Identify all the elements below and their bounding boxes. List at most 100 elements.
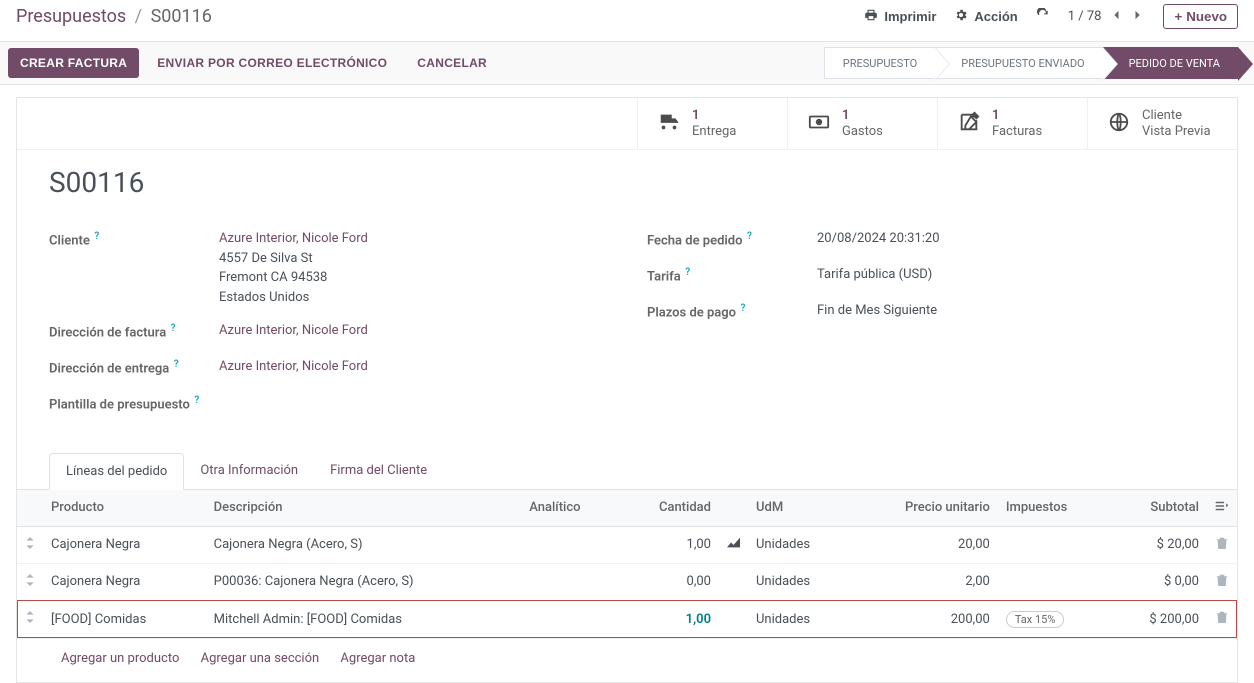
new-button[interactable]: + Nuevo: [1163, 4, 1238, 29]
stat-preview-top: Cliente: [1142, 108, 1211, 124]
tab-order-lines[interactable]: Líneas del pedido: [49, 453, 184, 490]
action-label: Acción: [974, 9, 1017, 24]
stat-expenses-count: 1: [842, 108, 883, 124]
help-icon[interactable]: ?: [744, 231, 751, 242]
label-payment-terms: Plazos de pago ?: [647, 301, 817, 323]
action-button[interactable]: Acción: [954, 8, 1017, 25]
status-step-order[interactable]: PEDIDO DE VENTA: [1103, 47, 1238, 79]
print-button[interactable]: Imprimir: [864, 8, 936, 25]
table-row[interactable]: Cajonera Negra P00036: Cajonera Negra (A…: [17, 563, 1237, 600]
th-options[interactable]: [1207, 490, 1237, 527]
reload-icon: [1036, 8, 1050, 25]
pager-next[interactable]: [1131, 9, 1145, 24]
stat-invoices[interactable]: 1 Facturas: [937, 98, 1087, 149]
cell-price[interactable]: 2,00: [850, 563, 997, 600]
drag-handle-icon[interactable]: [17, 563, 43, 600]
value-delivery-addr[interactable]: Azure Interior, Nicole Ford: [219, 357, 607, 377]
th-description: Descripción: [206, 490, 522, 527]
cell-desc[interactable]: Cajonera Negra (Acero, S): [206, 526, 522, 563]
tab-signature[interactable]: Firma del Cliente: [314, 453, 443, 490]
label-order-date: Fecha de pedido ?: [647, 229, 817, 251]
cell-tax[interactable]: [998, 563, 1111, 600]
cell-desc[interactable]: Mitchell Admin: [FOOD] Comidas: [206, 600, 522, 638]
cell-subtotal: $ 0,00: [1111, 563, 1207, 600]
drag-handle-icon[interactable]: [17, 600, 43, 638]
drag-handle-icon[interactable]: [17, 526, 43, 563]
help-icon[interactable]: ?: [171, 359, 178, 370]
cancel-button[interactable]: CANCELAR: [405, 48, 499, 78]
pencil-square-icon: [958, 111, 980, 137]
stat-delivery-count: 1: [692, 108, 736, 124]
plus-icon: +: [1174, 9, 1182, 24]
forecast-icon[interactable]: [719, 526, 748, 563]
th-product: Producto: [43, 490, 206, 527]
label-pricelist: Tarifa ?: [647, 265, 817, 287]
cell-qty[interactable]: 1,00: [620, 526, 719, 563]
status-step-sent[interactable]: PRESUPUESTO ENVIADO: [935, 47, 1102, 79]
create-invoice-button[interactable]: CREAR FACTURA: [8, 48, 139, 78]
cell-qty[interactable]: 1,00: [620, 600, 719, 638]
value-pricelist[interactable]: Tarifa pública (USD): [817, 265, 1205, 285]
th-price: Precio unitario: [850, 490, 997, 527]
delete-row-icon[interactable]: [1207, 563, 1237, 600]
status-step-quote[interactable]: PRESUPUESTO: [824, 47, 935, 79]
value-payment-terms[interactable]: Fin de Mes Siguiente: [817, 301, 1205, 321]
cell-uom[interactable]: Unidades: [748, 600, 850, 638]
cell-analytic[interactable]: [521, 600, 619, 638]
value-customer[interactable]: Azure Interior, Nicole Ford 4557 De Silv…: [219, 229, 607, 307]
table-row[interactable]: Cajonera Negra Cajonera Negra (Acero, S)…: [17, 526, 1237, 563]
print-label: Imprimir: [884, 9, 936, 24]
th-qty: Cantidad: [620, 490, 719, 527]
label-customer: Cliente ?: [49, 229, 219, 251]
cell-tax[interactable]: [998, 526, 1111, 563]
send-email-button[interactable]: ENVIAR POR CORREO ELECTRÓNICO: [145, 48, 399, 78]
add-section-link[interactable]: Agregar una sección: [201, 651, 320, 666]
cell-uom[interactable]: Unidades: [748, 526, 850, 563]
help-icon[interactable]: ?: [683, 267, 690, 278]
cell-analytic[interactable]: [521, 563, 619, 600]
delete-row-icon[interactable]: [1207, 600, 1237, 638]
gear-icon: [954, 8, 968, 25]
cell-tax[interactable]: Tax 15%: [998, 600, 1111, 638]
order-lines-table: Producto Descripción Analítico Cantidad …: [17, 490, 1237, 639]
value-invoice-addr[interactable]: Azure Interior, Nicole Ford: [219, 321, 607, 341]
tab-other-info[interactable]: Otra Información: [184, 453, 314, 490]
truck-icon: [658, 111, 680, 137]
value-order-date[interactable]: 20/08/2024 20:31:20: [817, 229, 1205, 249]
stat-preview[interactable]: Cliente Vista Previa: [1087, 98, 1237, 149]
cell-subtotal: $ 200,00: [1111, 600, 1207, 638]
add-product-link[interactable]: Agregar un producto: [61, 651, 179, 666]
cell-product[interactable]: [FOOD] Comidas: [43, 600, 206, 638]
cell-uom[interactable]: Unidades: [748, 563, 850, 600]
th-uom: UdM: [748, 490, 850, 527]
record-title: S00116: [49, 166, 1205, 199]
cell-qty[interactable]: 0,00: [620, 563, 719, 600]
cell-price[interactable]: 200,00: [850, 600, 997, 638]
breadcrumb-sep: /: [135, 6, 142, 27]
stat-delivery[interactable]: 1 Entrega: [637, 98, 787, 149]
cell-product[interactable]: Cajonera Negra: [43, 526, 206, 563]
money-icon: [808, 111, 830, 137]
help-icon[interactable]: ?: [192, 395, 199, 406]
stat-delivery-label: Entrega: [692, 124, 736, 140]
delete-row-icon[interactable]: [1207, 526, 1237, 563]
reload-button[interactable]: [1036, 8, 1050, 25]
breadcrumb-current: S00116: [151, 6, 212, 27]
th-subtotal: Subtotal: [1111, 490, 1207, 527]
print-icon: [864, 8, 878, 25]
stat-expenses-label: Gastos: [842, 124, 883, 140]
help-icon[interactable]: ?: [168, 323, 175, 334]
help-icon[interactable]: ?: [92, 231, 99, 242]
add-note-link[interactable]: Agregar nota: [340, 651, 415, 666]
stat-invoices-count: 1: [992, 108, 1042, 124]
stat-expenses[interactable]: 1 Gastos: [787, 98, 937, 149]
cell-analytic[interactable]: [521, 526, 619, 563]
pager-prev[interactable]: [1109, 9, 1123, 24]
cell-product[interactable]: Cajonera Negra: [43, 563, 206, 600]
table-row[interactable]: [FOOD] Comidas Mitchell Admin: [FOOD] Co…: [17, 600, 1237, 638]
cell-price[interactable]: 20,00: [850, 526, 997, 563]
help-icon[interactable]: ?: [738, 303, 745, 314]
cell-desc[interactable]: P00036: Cajonera Negra (Acero, S): [206, 563, 522, 600]
breadcrumb-parent[interactable]: Presupuestos: [16, 6, 126, 27]
th-taxes: Impuestos: [998, 490, 1111, 527]
